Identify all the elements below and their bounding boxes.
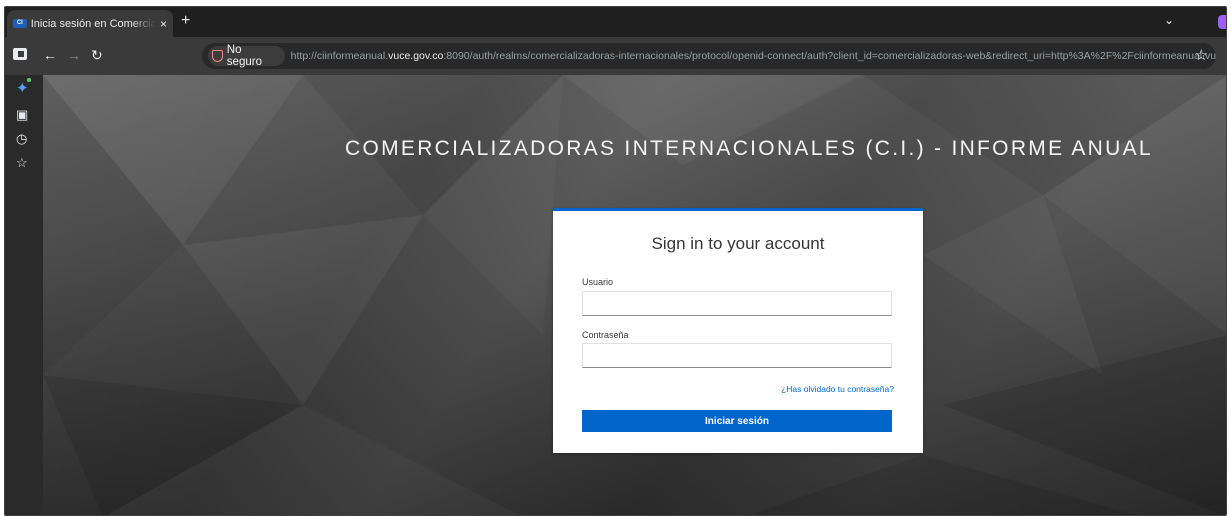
browser-sidebar: ✦ ▣ ◷ ☆ (5, 75, 43, 515)
username-input[interactable] (582, 291, 892, 316)
security-label: No seguro (226, 44, 262, 68)
url-prefix: http://ciinformeanual. (290, 50, 389, 62)
favorite-star-icon[interactable]: ☆ (1195, 46, 1208, 64)
browser-toolbar: ← → ↻ No seguro http://ciinformeanual.vu… (5, 37, 1226, 75)
not-secure-shield-icon (212, 50, 223, 62)
profile-icon[interactable] (1218, 15, 1226, 29)
password-label: Contraseña (582, 330, 629, 340)
page-title: COMERCIALIZADORAS INTERNACIONALES (C.I.)… (345, 137, 1153, 160)
url-path: :8090/auth/realms/comercializadoras-inte… (443, 50, 1216, 62)
copilot-status-dot (27, 78, 31, 82)
close-tab-icon[interactable]: × (160, 17, 167, 31)
security-indicator[interactable]: No seguro (208, 44, 285, 68)
new-tab-icon[interactable]: + (181, 12, 190, 30)
address-bar[interactable]: No seguro http://ciinformeanual.vuce.gov… (202, 43, 1216, 69)
reload-icon[interactable]: ↻ (91, 46, 103, 64)
page-content: COMERCIALIZADORAS INTERNACIONALES (C.I.)… (43, 75, 1226, 515)
tab-title: Inicia sesión en Comercializadoras Inter… (30, 17, 156, 30)
collections-icon[interactable]: ▣ (16, 107, 28, 123)
password-input[interactable] (582, 343, 892, 368)
history-icon[interactable]: ◷ (16, 131, 27, 147)
browser-window: CI Inicia sesión en Comercializadoras In… (4, 6, 1227, 516)
back-icon[interactable]: ← (43, 46, 57, 64)
tab-strip: CI Inicia sesión en Comercializadoras In… (5, 7, 1226, 37)
forgot-password-link[interactable]: ¿Has olvidado tu contraseña? (781, 384, 894, 394)
sign-in-button[interactable]: Iniciar sesión (582, 410, 892, 432)
favorites-icon[interactable]: ☆ (16, 155, 28, 171)
url-host: vuce.gov.co (388, 50, 444, 62)
url-text[interactable]: http://ciinformeanual.vuce.gov.co:8090/a… (291, 50, 1216, 62)
username-label: Usuario (582, 277, 614, 287)
active-tab[interactable]: CI Inicia sesión en Comercializadoras In… (7, 10, 173, 37)
tab-list-icon[interactable]: ⌄ (1164, 13, 1174, 27)
sidebar-toggle-icon[interactable] (13, 48, 27, 60)
login-card: Sign in to your account Usuario Contrase… (553, 208, 923, 453)
site-favicon-icon: CI (13, 19, 27, 28)
copilot-icon[interactable]: ✦ (16, 79, 29, 97)
forward-icon[interactable]: → (67, 46, 81, 64)
login-heading: Sign in to your account (651, 234, 825, 253)
